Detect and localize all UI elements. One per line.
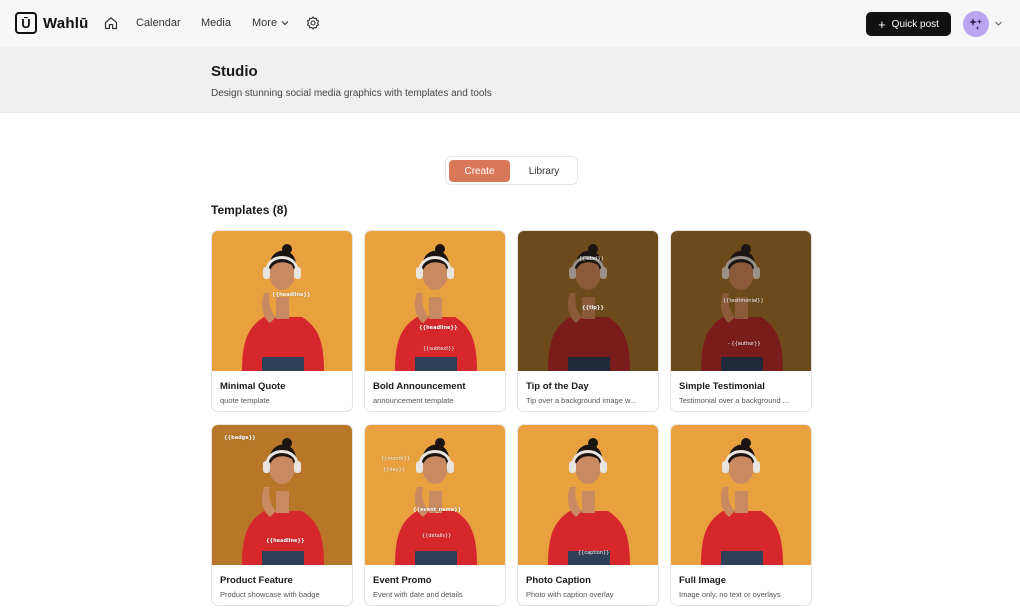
nav-more[interactable]: More bbox=[252, 17, 289, 29]
template-card[interactable]: {{label}} {{tip}} Tip of the Day Tip over a… bbox=[517, 230, 659, 412]
template-title: Full Image bbox=[679, 575, 726, 586]
template-placeholder: {{headline}} bbox=[272, 292, 311, 298]
template-title: Bold Announcement bbox=[373, 381, 466, 392]
plus-icon: + bbox=[878, 16, 886, 32]
template-thumbnail: {{month}} {{day}} {{event_name}} {{details}… bbox=[365, 425, 505, 565]
template-placeholder: {{subtext}} bbox=[423, 346, 455, 352]
view-toggle: Create Library bbox=[445, 156, 578, 185]
template-thumbnail: {{headline}} bbox=[212, 231, 352, 371]
template-card[interactable]: Full Image Image only, no text or overlay… bbox=[670, 424, 812, 606]
template-placeholder: {{details}} bbox=[422, 533, 452, 539]
template-description: announcement template bbox=[373, 396, 454, 405]
chevron-down-icon[interactable] bbox=[994, 19, 1003, 28]
model-photo bbox=[395, 438, 477, 565]
page-title: Studio bbox=[211, 63, 258, 80]
template-description: quote template bbox=[220, 396, 270, 405]
quick-post-label: Quick post bbox=[891, 18, 939, 30]
nav-more-label: More bbox=[252, 17, 278, 29]
template-placeholder: - {{author}} bbox=[728, 341, 761, 347]
template-title: Event Promo bbox=[373, 575, 432, 586]
model-photo bbox=[548, 244, 630, 371]
model-photo bbox=[548, 438, 630, 565]
gear-icon[interactable] bbox=[306, 16, 320, 30]
nav-calendar[interactable]: Calendar bbox=[136, 17, 181, 29]
tab-create[interactable]: Create bbox=[449, 160, 510, 182]
template-placeholder: {{headline}} bbox=[419, 325, 458, 331]
templates-heading: Templates (8) bbox=[211, 203, 288, 217]
template-title: Minimal Quote bbox=[220, 381, 286, 392]
template-placeholder: {{testimonial}} bbox=[723, 298, 764, 304]
logo-mark: Ū bbox=[15, 12, 37, 34]
template-title: Product Feature bbox=[220, 575, 293, 586]
template-card[interactable]: {{testimonial}} - {{author}} Simple Testim… bbox=[670, 230, 812, 412]
template-card[interactable]: {{headline}} Minimal Quote quote template bbox=[211, 230, 353, 412]
model-photo bbox=[701, 438, 783, 565]
template-placeholder: {{event_name}} bbox=[413, 507, 462, 513]
template-placeholder: {{badge}} bbox=[224, 435, 256, 441]
template-thumbnail bbox=[671, 425, 811, 565]
home-icon[interactable] bbox=[104, 16, 118, 30]
template-card[interactable]: {{caption}} Photo Caption Photo with capti… bbox=[517, 424, 659, 606]
template-card[interactable]: {{month}} {{day}} {{event_name}} {{details}… bbox=[364, 424, 506, 606]
template-thumbnail: {{headline}} {{subtext}} bbox=[365, 231, 505, 371]
template-description: Tip over a background image w... bbox=[526, 396, 637, 405]
template-description: Image only, no text or overlays bbox=[679, 590, 781, 599]
template-thumbnail: {{caption}} bbox=[518, 425, 658, 565]
template-placeholder: {{month}} bbox=[381, 456, 410, 462]
model-photo bbox=[242, 244, 324, 371]
nav-media[interactable]: Media bbox=[201, 17, 231, 29]
template-thumbnail: {{badge}} {{headline}} bbox=[212, 425, 352, 565]
template-description: Photo with caption overlay bbox=[526, 590, 614, 599]
logo-text: Wahlū bbox=[43, 14, 89, 32]
template-card[interactable]: {{badge}} {{headline}} Product Feature Prod… bbox=[211, 424, 353, 606]
template-placeholder: {{headline}} bbox=[266, 538, 305, 544]
template-placeholder: {{day}} bbox=[383, 467, 405, 473]
template-placeholder: {{caption}} bbox=[578, 550, 610, 556]
page-header: Studio Design stunning social media grap… bbox=[0, 47, 1020, 113]
template-thumbnail: {{testimonial}} - {{author}} bbox=[671, 231, 811, 371]
template-description: Product showcase with badge bbox=[220, 590, 320, 599]
template-title: Photo Caption bbox=[526, 575, 591, 586]
template-placeholder: {{tip}} bbox=[582, 305, 604, 311]
template-description: Event with date and details bbox=[373, 590, 463, 599]
template-title: Simple Testimonial bbox=[679, 381, 765, 392]
template-description: Testimonial over a background ... bbox=[679, 396, 790, 405]
tab-library[interactable]: Library bbox=[512, 160, 576, 182]
template-thumbnail: {{label}} {{tip}} bbox=[518, 231, 658, 371]
quick-post-button[interactable]: + Quick post bbox=[866, 12, 951, 36]
avatar[interactable] bbox=[963, 11, 989, 37]
template-card[interactable]: {{headline}} {{subtext}} Bold Announcement… bbox=[364, 230, 506, 412]
model-photo bbox=[242, 438, 324, 565]
top-nav: Ū Wahlū Calendar Media More + Quick post bbox=[0, 0, 1020, 47]
template-placeholder: {{label}} bbox=[579, 256, 604, 262]
page-subtitle: Design stunning social media graphics wi… bbox=[211, 88, 492, 99]
chevron-down-icon bbox=[281, 21, 289, 26]
sparkle-icon bbox=[969, 18, 982, 30]
template-title: Tip of the Day bbox=[526, 381, 589, 392]
logo[interactable]: Ū Wahlū bbox=[15, 12, 88, 34]
